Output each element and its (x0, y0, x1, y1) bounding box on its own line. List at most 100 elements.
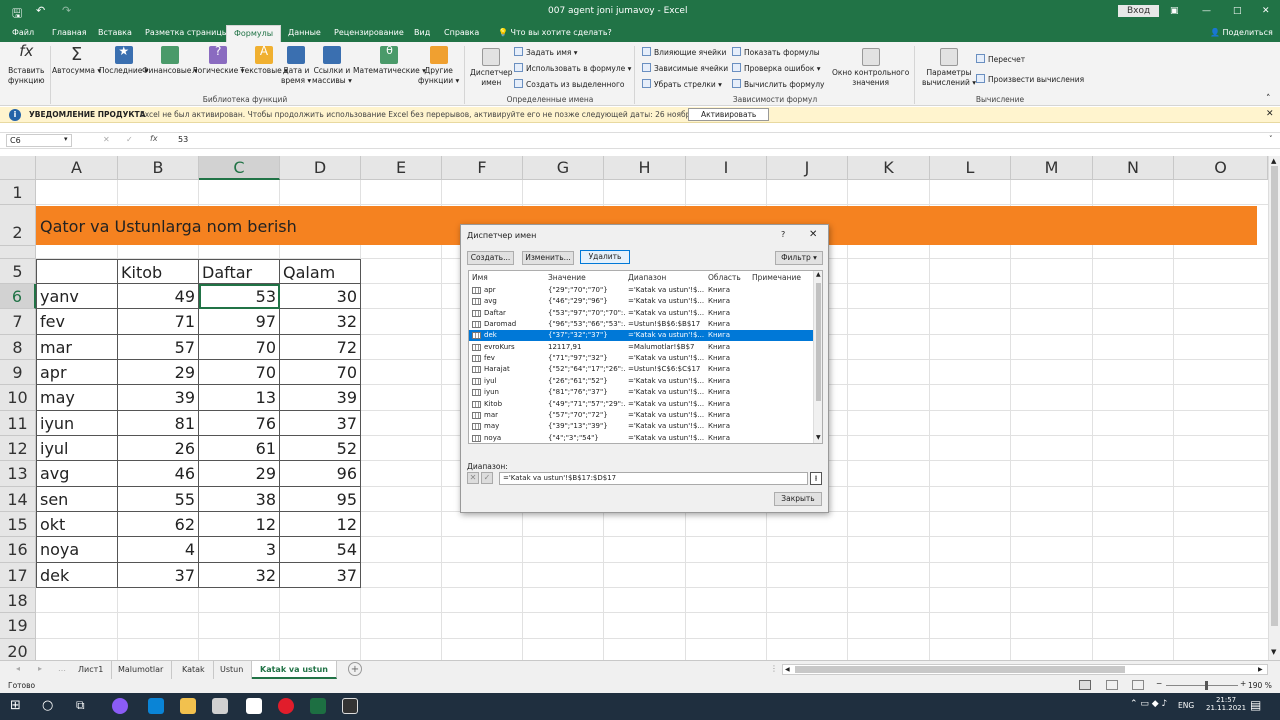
close-dialog-button[interactable]: Закрыть (774, 492, 822, 506)
row-header[interactable]: 5 (0, 259, 36, 284)
dialog-close-button[interactable]: ✕ (809, 229, 817, 240)
value-cell[interactable]: 97 (199, 309, 280, 335)
page-break-view-icon[interactable] (1132, 680, 1144, 690)
row-header-hidden[interactable] (0, 246, 36, 259)
excel-taskbar-icon[interactable] (310, 698, 326, 714)
yandex-browser-icon[interactable] (278, 698, 294, 714)
autosum-button[interactable]: Σ Автосумма ▾ (52, 46, 101, 76)
share-button[interactable]: 👤 Поделиться (1210, 28, 1273, 37)
name-box-dropdown-icon[interactable]: ▾ (64, 135, 68, 143)
row-header[interactable]: 18 (0, 588, 36, 613)
value-cell[interactable]: 61 (199, 436, 280, 461)
next-sheet-icon[interactable]: ▸ (38, 664, 42, 673)
name-row[interactable]: avg {"46";"29";"96"} ='Katak va ustun'!$..… (469, 296, 813, 307)
edit-name-button[interactable]: Изменить... (522, 251, 574, 265)
h-scroll-thumb[interactable] (795, 666, 1125, 673)
active-cell[interactable]: 53 (199, 284, 280, 309)
tab-view[interactable]: Вид (414, 28, 430, 37)
value-cell[interactable]: 39 (280, 385, 361, 411)
dialog-help-button[interactable]: ? (781, 230, 785, 239)
row-header[interactable]: 13 (0, 461, 36, 487)
activate-button[interactable]: Активировать (688, 108, 770, 121)
redo-icon[interactable]: ↷ (62, 4, 71, 17)
value-cell[interactable]: 71 (118, 309, 199, 335)
normal-view-icon[interactable] (1079, 680, 1091, 690)
value-cell[interactable]: 70 (280, 360, 361, 385)
tabs-split-handle[interactable]: ⋮ (770, 664, 778, 673)
value-cell[interactable]: 13 (199, 385, 280, 411)
insert-function-button[interactable]: fx Вставить функцию (8, 44, 45, 86)
list-header-value[interactable]: Значение (548, 273, 586, 282)
row-header[interactable]: 12 (0, 436, 36, 461)
prev-sheet-icon[interactable]: ◂ (16, 664, 20, 673)
column-header[interactable]: F (442, 156, 523, 180)
value-cell[interactable]: 29 (199, 461, 280, 487)
horizontal-scrollbar[interactable]: ◀ ▶ (782, 664, 1268, 675)
list-header-scope[interactable]: Область (708, 273, 741, 282)
name-row[interactable]: Kitob {"49";"71";"57";"29":... ='Katak va … (469, 399, 813, 410)
use-in-formula-button[interactable]: Использовать в формуле ▾ (514, 63, 631, 74)
table-header-cell[interactable]: Kitob (118, 259, 199, 284)
trace-precedents-button[interactable]: Влияющие ячейки (642, 47, 726, 58)
row-header[interactable]: 16 (0, 537, 36, 563)
name-manager-button[interactable]: Диспетчер имен (470, 48, 513, 88)
table-corner-cell[interactable] (36, 259, 118, 284)
insert-function-icon[interactable]: fx (150, 134, 158, 143)
list-scroll-down-icon[interactable]: ▼ (816, 434, 821, 441)
value-cell[interactable]: 55 (118, 487, 199, 512)
value-cell[interactable]: 70 (199, 335, 280, 360)
confirm-entry-icon[interactable]: ✓ (126, 135, 133, 144)
page-layout-view-icon[interactable] (1106, 680, 1118, 690)
new-name-button[interactable]: Создать... (467, 251, 514, 265)
search-icon[interactable]: ○ (42, 698, 53, 713)
tab-file[interactable]: Файл (12, 28, 34, 37)
zoom-slider-thumb[interactable] (1205, 681, 1208, 690)
name-row[interactable]: fev {"71";"97";"32"} ='Katak va ustun'!$..… (469, 353, 813, 364)
math-trig-button[interactable]: θ Математические ▾ (353, 45, 426, 76)
tab-review[interactable]: Рецензирование (334, 28, 404, 37)
value-cell[interactable]: 12 (199, 512, 280, 537)
list-scroll-thumb[interactable] (816, 283, 821, 401)
name-row[interactable]: Daftar {"53";"97";"70";"70":... ='Katak va… (469, 308, 813, 319)
calculation-options-button[interactable]: Параметры вычислений ▾ (922, 48, 976, 88)
cancel-entry-icon[interactable]: ✕ (103, 135, 110, 144)
value-cell[interactable]: 62 (118, 512, 199, 537)
filter-button[interactable]: Фильтр ▾ (775, 251, 823, 265)
month-cell[interactable]: iyul (36, 436, 118, 461)
list-scroll-up-icon[interactable]: ▲ (816, 271, 821, 278)
row-header[interactable]: 11 (0, 411, 36, 436)
column-header[interactable]: E (361, 156, 442, 180)
column-header[interactable]: G (523, 156, 604, 180)
range-cancel-icon[interactable]: ✕ (467, 472, 479, 484)
error-checking-button[interactable]: Проверка ошибок ▾ (732, 63, 821, 74)
row-header[interactable]: 20 (0, 639, 36, 660)
alice-assistant-icon[interactable] (112, 698, 128, 714)
trace-dependents-button[interactable]: Зависимые ячейки (642, 63, 728, 74)
month-cell[interactable]: avg (36, 461, 118, 487)
tab-insert[interactable]: Вставка (98, 28, 132, 37)
value-cell[interactable]: 26 (118, 436, 199, 461)
month-cell[interactable]: okt (36, 512, 118, 537)
month-cell[interactable]: dek (36, 563, 118, 588)
value-cell[interactable]: 32 (199, 563, 280, 588)
value-cell[interactable]: 38 (199, 487, 280, 512)
scroll-up-icon[interactable]: ▲ (1271, 157, 1276, 165)
zoom-slider[interactable] (1166, 685, 1238, 686)
list-header-refers-to[interactable]: Диапазон (628, 273, 666, 282)
date-time-button[interactable]: Дата и время ▾ (281, 46, 311, 86)
value-cell[interactable]: 52 (280, 436, 361, 461)
value-cell[interactable]: 32 (280, 309, 361, 335)
name-row[interactable]: noya {"4";"3";"54"} ='Katak va ustun'!$...… (469, 433, 813, 443)
value-cell[interactable]: 76 (199, 411, 280, 436)
value-cell[interactable]: 81 (118, 411, 199, 436)
range-input[interactable]: ='Katak va ustun'!$B$17:$D$17 (499, 472, 808, 485)
undo-icon[interactable]: ↶ (36, 4, 45, 17)
name-box[interactable]: C6 (6, 134, 72, 147)
zoom-in-icon[interactable]: + (1240, 679, 1246, 688)
name-row[interactable]: iyun {"81";"76";"37"} ='Katak va ustun'!$.… (469, 387, 813, 398)
tray-icons[interactable]: ⌃ ▭ ◆ ♪ (1130, 699, 1167, 709)
row-header[interactable]: 1 (0, 180, 36, 205)
minimize-button[interactable]: — (1202, 6, 1211, 16)
value-cell[interactable]: 37 (118, 563, 199, 588)
calculate-sheet-button[interactable]: Произвести вычисления (976, 74, 1084, 85)
